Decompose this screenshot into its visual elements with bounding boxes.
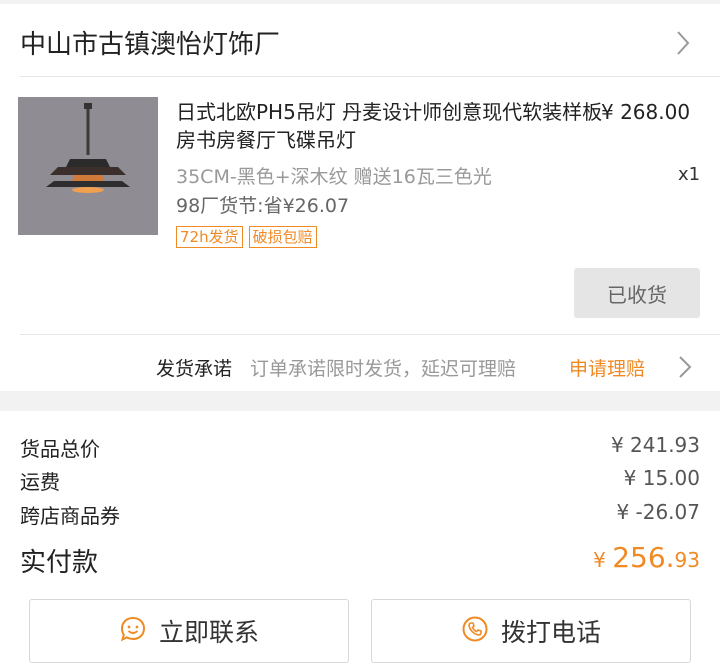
divider (20, 334, 720, 335)
tag-damage-guarantee: 破损包赔 (248, 226, 317, 248)
contact-button[interactable]: 立即联系 (29, 599, 349, 663)
product-image[interactable] (18, 97, 158, 235)
received-button[interactable]: 已收货 (574, 268, 700, 318)
service-tags: 72h发货 破损包赔 (176, 226, 317, 248)
summary-row-coupon: 跨店商品券 ¥ -26.07 (20, 500, 700, 530)
call-button[interactable]: 拨打电话 (371, 599, 691, 663)
order-card: 中山市古镇澳怡灯饰厂 日式北欧PH5吊灯 丹麦设计师创意现代软装样板房书房餐厅飞… (0, 4, 720, 391)
summary-label: 货品总价 (20, 437, 100, 461)
product-variant: 35CM-黑色+深木纹 赠送16瓦三色光 (176, 166, 492, 188)
chevron-right-icon[interactable] (674, 30, 692, 60)
paid-integer: 256. (612, 541, 675, 574)
summary-row-goods-total: 货品总价 ¥ 241.93 (20, 433, 700, 463)
promise-label: 发货承诺 (156, 358, 233, 380)
promise-text: 订单承诺限时发货，延迟可理赔 (250, 358, 517, 380)
chevron-right-icon[interactable] (677, 355, 693, 383)
claim-link[interactable]: 申请理赔 (569, 354, 645, 381)
savings-text: 98厂货节:省¥26.07 (176, 195, 350, 217)
paid-currency: ¥ (593, 548, 613, 572)
summary-value: ¥ 241.93 (610, 433, 700, 457)
summary-value: ¥ 15.00 (623, 466, 700, 490)
product-quantity: x1 (678, 164, 701, 185)
summary-label: 运费 (20, 470, 60, 494)
paid-decimal: 93 (674, 548, 700, 572)
phone-icon (461, 615, 489, 647)
paid-label: 实付款 (20, 548, 99, 578)
shipping-promise-row[interactable]: 发货承诺 订单承诺限时发货，延迟可理赔 申请理赔 (0, 342, 720, 390)
summary-label: 跨店商品券 (20, 504, 120, 528)
tag-72h-shipping: 72h发货 (176, 226, 243, 248)
contact-label: 立即联系 (158, 618, 259, 647)
divider (20, 76, 720, 77)
shop-header[interactable]: 中山市古镇澳怡灯饰厂 (0, 4, 720, 76)
product-price: ¥ 268.00 (601, 100, 691, 124)
chat-smile-icon (119, 615, 147, 647)
summary-row-shipping: 运费 ¥ 15.00 (20, 466, 700, 496)
summary-value: ¥ -26.07 (616, 500, 700, 524)
shop-name[interactable]: 中山市古镇澳怡灯饰厂 (20, 24, 280, 61)
call-label: 拨打电话 (500, 618, 601, 647)
paid-amount: ¥ 256.93 (593, 541, 700, 574)
product-title[interactable]: 日式北欧PH5吊灯 丹麦设计师创意现代软装样板房书房餐厅飞碟吊灯 (176, 98, 616, 154)
